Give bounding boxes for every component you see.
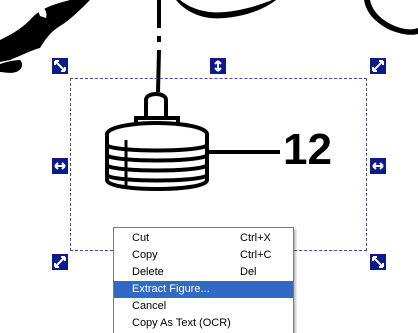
- menu-item-label: Copy As Text (OCR): [132, 317, 231, 329]
- diagonal-resize-icon: [54, 256, 66, 268]
- menu-item-label: Delete: [132, 266, 164, 278]
- menu-item-extract-figure[interactable]: Extract Figure...: [114, 281, 293, 298]
- horizontal-resize-icon: [54, 162, 66, 170]
- menu-item-label: Cancel: [132, 300, 167, 312]
- menu-item-copy-as-text-ocr[interactable]: Copy As Text (OCR): [114, 315, 293, 332]
- resize-handle-e[interactable]: [369, 157, 387, 175]
- menu-item-label: Copy: [132, 249, 158, 261]
- diagonal-resize-icon: [372, 256, 384, 268]
- horizontal-resize-icon: [372, 162, 384, 170]
- menu-item-shortcut: Del: [240, 266, 257, 278]
- vertical-resize-icon: [214, 60, 222, 72]
- menu-item-delete[interactable]: Delete Del: [114, 264, 293, 281]
- resize-handle-nw[interactable]: [51, 57, 69, 75]
- resize-handle-se[interactable]: [369, 253, 387, 271]
- selection-rectangle[interactable]: [70, 78, 367, 251]
- diagonal-resize-icon: [372, 60, 384, 72]
- menu-item-shortcut: Ctrl+C: [240, 249, 272, 261]
- menu-item-label: Cut: [132, 232, 150, 244]
- context-menu: Cut Ctrl+X Copy Ctrl+C Delete Del Extrac…: [113, 227, 294, 333]
- menu-item-cancel[interactable]: Cancel: [114, 298, 293, 315]
- menu-item-copy[interactable]: Copy Ctrl+C: [114, 247, 293, 264]
- diagonal-resize-icon: [54, 60, 66, 72]
- menu-item-shortcut: Ctrl+X: [240, 232, 271, 244]
- resize-handle-ne[interactable]: [369, 57, 387, 75]
- resize-handle-sw[interactable]: [51, 253, 69, 271]
- document-canvas[interactable]: 12 Cut Ctrl+X Copy Ctrl+C Delete Del Ext…: [0, 0, 418, 333]
- menu-item-label: Extract Figure...: [132, 283, 210, 295]
- resize-handle-n[interactable]: [209, 57, 227, 75]
- menu-item-cut[interactable]: Cut Ctrl+X: [114, 230, 293, 247]
- resize-handle-w[interactable]: [51, 157, 69, 175]
